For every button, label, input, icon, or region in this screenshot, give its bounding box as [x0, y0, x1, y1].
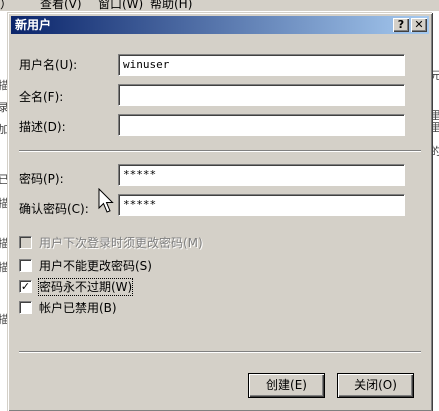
check-mark-icon: ✓: [20, 280, 31, 293]
username-label: 用户名(U):: [19, 58, 78, 72]
password-input[interactable]: *****: [118, 164, 405, 186]
username-input[interactable]: winuser: [118, 54, 405, 76]
menu-fragment: ）: [0, 0, 13, 11]
dialog-titlebar[interactable]: 新用户 ? ✕: [11, 16, 429, 34]
password-label: 密码(P):: [19, 172, 64, 186]
confirm-password-label: 确认密码(C):: [19, 202, 89, 216]
checkbox-label[interactable]: 帐户已禁用(B): [39, 300, 117, 316]
description-label: 描述(D):: [19, 120, 66, 134]
checkbox-label: 用户下次登录时须更改密码(M): [39, 236, 203, 250]
fullname-label: 全名(F):: [19, 90, 64, 104]
checkbox[interactable]: [19, 301, 32, 314]
checkbox[interactable]: [19, 259, 32, 272]
menu-view[interactable]: 查看(V): [40, 0, 82, 11]
checkbox-checked[interactable]: ✓: [19, 280, 32, 293]
fullname-input[interactable]: [118, 84, 405, 106]
checkbox-label[interactable]: 用户不能更改密码(S): [39, 258, 152, 274]
new-user-dialog: 新用户 ? ✕ 用户名(U): winuser 全名(F): 描述(D): 密码…: [7, 12, 432, 411]
checkbox: [19, 236, 32, 249]
confirm-password-input[interactable]: *****: [118, 194, 405, 216]
menu-help[interactable]: 帮助(H): [150, 0, 192, 11]
create-button[interactable]: 创建(E): [249, 374, 324, 397]
separator: [19, 150, 421, 152]
description-input[interactable]: [118, 114, 405, 136]
separator: [19, 351, 421, 353]
close-button[interactable]: 关闭(O): [338, 374, 413, 397]
menu-window[interactable]: 窗口(W): [98, 0, 143, 11]
help-button[interactable]: ?: [393, 18, 409, 32]
close-icon[interactable]: ✕: [411, 18, 427, 32]
dialog-title: 新用户: [15, 18, 52, 32]
parent-menubar: ） 查看(V) 窗口(W) 帮助(H): [0, 0, 439, 11]
mouse-pointer-icon: [98, 188, 114, 213]
checkbox-label[interactable]: 密码永不过期(W): [37, 278, 134, 296]
